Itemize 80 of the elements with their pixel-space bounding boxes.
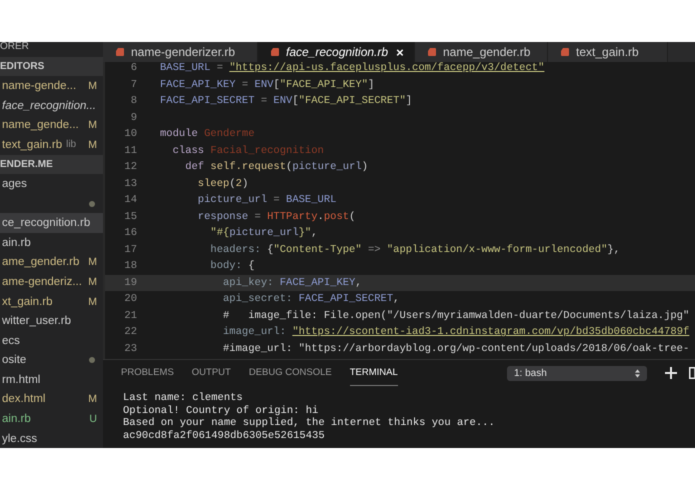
panel-tab[interactable]: TERMINAL (350, 360, 398, 386)
code-line: #image_url: "https://arbordayblog.org/wp-content/uploads/2018/06/oak-tree- (222, 342, 690, 355)
updown-arrows-icon (635, 368, 640, 378)
file-name[interactable]: yle.css (0, 432, 38, 445)
file-name[interactable]: ame-genderiz... (0, 276, 82, 288)
code-line: FACE_API_KEY = ENV["FACE_API_KEY"] (160, 78, 374, 91)
line-number: 15 (123, 210, 137, 223)
terminal-output-line: Based on your name supplied, the internet thinks you are... (123, 417, 496, 430)
code-line: headers: {"Content-Type" => "application/x-www-form-urlencoded"}, (209, 244, 620, 256)
line-number: 7 (130, 78, 137, 91)
code-line: picture_url = BASE_URL (196, 194, 336, 206)
file-name[interactable]: face_recognition... (0, 100, 96, 112)
line-number: 21 (123, 310, 137, 322)
code-line: def self.request(picture_url) (184, 161, 368, 174)
line-number: 10 (123, 128, 137, 140)
line-number: 20 (123, 293, 137, 306)
code-line: "#{picture_url}", (209, 227, 318, 240)
line-number: 11 (123, 144, 137, 157)
file-name[interactable]: name-gende... (0, 80, 76, 92)
close-icon[interactable]: × (396, 44, 404, 60)
file-name[interactable]: ain.rb (0, 413, 31, 426)
git-status-label: U (89, 413, 97, 426)
line-number: 8 (130, 95, 137, 108)
git-status-label: M (88, 276, 97, 288)
line-number: 9 (130, 112, 137, 124)
file-icon (270, 47, 280, 57)
git-status-label: M (88, 80, 97, 92)
line-number: 17 (123, 244, 137, 256)
code-line: class Facial_recognition (172, 144, 324, 157)
file-name[interactable]: ages (0, 178, 27, 190)
git-status-label: M (88, 296, 97, 308)
git-status-label: M (88, 119, 97, 132)
code-line: body: { (209, 260, 255, 272)
file-name[interactable]: text_gain.rb (0, 138, 62, 151)
file-name[interactable]: witter_user.rb (0, 315, 72, 328)
line-number: 23 (123, 342, 137, 355)
panel-tab[interactable]: DEBUG CONSOLE (248, 360, 332, 386)
line-number: 18 (123, 260, 137, 272)
line-number: 16 (123, 227, 137, 240)
code-line: response = HTTParty.post( (196, 210, 356, 223)
sidebar-section-header[interactable]: ENDER.ME (0, 154, 103, 174)
panel-tab[interactable]: PROBLEMS (121, 360, 174, 386)
sidebar-heading: ORER (0, 42, 30, 54)
line-number: 12 (123, 161, 137, 174)
code-line: image_url: "https://scontent-iad3-1.cdninstagram.com/vp/bd35db060cbc44789f (222, 326, 690, 338)
code-line: FACE_API_SECRET = ENV["FACE_API_SECRET"] (160, 95, 412, 108)
sidebar-section-header[interactable]: EDITORS (0, 56, 103, 76)
code-line: api_secret: FACE_API_SECRET, (222, 293, 400, 306)
file-name[interactable]: name_gende... (0, 119, 79, 132)
line-number: 19 (123, 276, 137, 289)
terminal-dropdown[interactable]: 1: bash (507, 366, 647, 380)
code-line: BASE_URL = "https://api-us.faceplusplus.com/facepp/v3/detect" (160, 62, 544, 74)
git-status-label: M (88, 138, 97, 151)
file-icon (115, 47, 125, 57)
code-line: module Genderme (160, 128, 255, 140)
terminal-output-line: ac90cd8fa2f061498db6305e52615435 (123, 430, 326, 442)
code-line: api_key: FACE_API_KEY, (222, 276, 362, 289)
file-path-hint: lib (66, 139, 76, 150)
file-name[interactable]: ame_gender.rb (0, 256, 80, 268)
code-line: # image_file: File.open("/Users/myriamwalden-duarte/Documents/laiza.jpg" (222, 310, 690, 322)
git-status-label: M (88, 256, 97, 268)
code-line: sleep(2) (196, 178, 248, 190)
plus-icon[interactable] (665, 367, 677, 379)
line-number: 22 (123, 326, 137, 338)
file-icon (560, 47, 570, 57)
file-name[interactable]: rm.html (0, 374, 40, 386)
file-name[interactable]: ain.rb (0, 236, 31, 249)
terminal-output-line: Last name: clements (123, 392, 244, 404)
file-name[interactable]: dex.html (0, 393, 46, 406)
panel-tab[interactable]: OUTPUT (192, 360, 231, 386)
line-number: 13 (123, 178, 137, 190)
editor-tab[interactable]: face_recognition.rb × (258, 42, 415, 62)
terminal-output-line: Optional! Country of origin: hi (123, 404, 320, 417)
file-name[interactable]: ecs (0, 334, 20, 347)
file-name[interactable]: xt_gain.rb (0, 296, 53, 308)
line-number: 14 (123, 194, 137, 206)
git-status-label: M (88, 393, 97, 406)
file-name[interactable]: osite (0, 354, 26, 366)
file-icon (427, 47, 437, 57)
line-number: 6 (130, 62, 137, 74)
